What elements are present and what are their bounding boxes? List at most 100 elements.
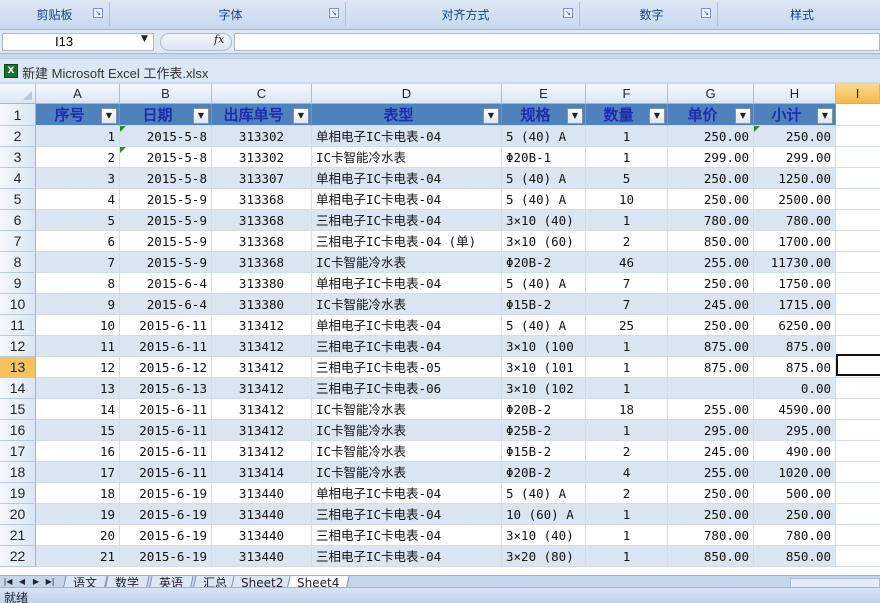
table-cell[interactable]: 21 — [36, 546, 120, 567]
table-cell[interactable]: Φ20B-2 — [502, 252, 586, 273]
row-header-3[interactable]: 3 — [0, 147, 36, 168]
table-cell[interactable]: 875.00 — [754, 336, 836, 357]
table-cell[interactable]: 16 — [36, 441, 120, 462]
empty-cell[interactable] — [836, 147, 880, 168]
table-cell[interactable]: 三相电子IC卡电表-05 — [312, 357, 502, 378]
table-cell[interactable]: 1250.00 — [754, 168, 836, 189]
table-cell[interactable]: 1 — [586, 378, 668, 399]
table-cell[interactable]: 295.00 — [754, 420, 836, 441]
table-cell[interactable]: Φ15B-2 — [502, 441, 586, 462]
table-cell[interactable]: 10 — [586, 189, 668, 210]
table-cell[interactable]: 299.00 — [754, 147, 836, 168]
filter-dropdown-icon[interactable]: ▼ — [293, 108, 309, 124]
table-cell[interactable]: 255.00 — [668, 399, 754, 420]
table-cell[interactable]: 780.00 — [668, 525, 754, 546]
table-cell[interactable]: 8 — [36, 273, 120, 294]
row-header-20[interactable]: 20 — [0, 504, 36, 525]
table-cell[interactable]: 4 — [36, 189, 120, 210]
column-header-b[interactable]: B — [120, 84, 212, 104]
table-cell[interactable]: 6250.00 — [754, 315, 836, 336]
table-cell[interactable]: 5 — [36, 210, 120, 231]
table-cell[interactable]: 500.00 — [754, 483, 836, 504]
dialog-launcher-icon[interactable]: ↘ — [329, 8, 339, 18]
table-cell[interactable]: Φ15B-2 — [502, 294, 586, 315]
table-cell[interactable]: 11 — [36, 336, 120, 357]
table-cell[interactable]: IC卡智能冷水表 — [312, 399, 502, 420]
table-cell[interactable]: 3×10 (40) — [502, 525, 586, 546]
table-cell[interactable]: IC卡智能冷水表 — [312, 252, 502, 273]
table-cell[interactable]: 46 — [586, 252, 668, 273]
table-cell[interactable]: 250.00 — [668, 189, 754, 210]
empty-cell[interactable] — [836, 189, 880, 210]
table-cell[interactable]: 313412 — [212, 315, 312, 336]
table-cell[interactable]: 1 — [586, 525, 668, 546]
empty-cell[interactable] — [836, 525, 880, 546]
table-cell[interactable]: 875.00 — [754, 357, 836, 378]
table-cell[interactable]: 313368 — [212, 189, 312, 210]
table-cell[interactable]: 4590.00 — [754, 399, 836, 420]
table-cell[interactable]: 250.00 — [668, 126, 754, 147]
table-cell[interactable]: 1 — [586, 357, 668, 378]
table-cell[interactable]: 245.00 — [668, 441, 754, 462]
table-cell[interactable]: 313307 — [212, 168, 312, 189]
table-cell[interactable]: 3×10 (40) — [502, 210, 586, 231]
table-cell[interactable]: 313412 — [212, 378, 312, 399]
table-cell[interactable]: 2 — [586, 441, 668, 462]
table-cell[interactable]: 1 — [586, 336, 668, 357]
empty-cell[interactable] — [836, 462, 880, 483]
table-cell[interactable]: 三相电子IC卡电表-04 — [312, 336, 502, 357]
filter-dropdown-icon[interactable]: ▼ — [735, 108, 751, 124]
table-cell[interactable]: 313412 — [212, 336, 312, 357]
table-cell[interactable]: 875.00 — [668, 336, 754, 357]
table-cell[interactable]: 单相电子IC卡电表-04 — [312, 189, 502, 210]
prev-sheet-icon[interactable]: ◀ — [16, 577, 28, 587]
table-cell[interactable]: 11730.00 — [754, 252, 836, 273]
table-cell[interactable]: 三相电子IC卡电表-04 — [312, 525, 502, 546]
table-cell[interactable]: IC卡智能冷水表 — [312, 147, 502, 168]
table-cell[interactable]: 875.00 — [668, 357, 754, 378]
first-sheet-icon[interactable]: |◀ — [2, 577, 14, 587]
select-all-corner[interactable] — [0, 84, 36, 104]
table-cell[interactable]: 2 — [36, 147, 120, 168]
row-header-22[interactable]: 22 — [0, 546, 36, 567]
table-cell[interactable]: IC卡智能冷水表 — [312, 420, 502, 441]
table-cell[interactable]: 1 — [586, 546, 668, 567]
spreadsheet-grid[interactable]: ABCDEFGHI 1 2 3 4 5 6 7 8 9 10 11 12 13 14 15 16 17 18 19 2… — [0, 84, 880, 575]
table-cell[interactable]: 313380 — [212, 273, 312, 294]
table-cell[interactable]: 313302 — [212, 126, 312, 147]
empty-cell[interactable] — [836, 315, 880, 336]
table-cell[interactable]: 2015-6-11 — [120, 399, 212, 420]
column-header-a[interactable]: A — [36, 84, 120, 104]
table-cell[interactable]: 2015-6-11 — [120, 462, 212, 483]
table-cell[interactable]: IC卡智能冷水表 — [312, 294, 502, 315]
sheet-tab[interactable]: 英语 — [148, 576, 194, 587]
table-cell[interactable]: IC卡智能冷水表 — [312, 462, 502, 483]
table-cell[interactable]: 255.00 — [668, 462, 754, 483]
table-cell[interactable]: 单相电子IC卡电表-04 — [312, 315, 502, 336]
last-sheet-icon[interactable]: ▶| — [44, 577, 56, 587]
table-cell[interactable]: 3 — [36, 168, 120, 189]
table-cell[interactable]: 250.00 — [668, 168, 754, 189]
table-cell[interactable]: 7 — [586, 273, 668, 294]
filter-dropdown-icon[interactable]: ▼ — [817, 108, 833, 124]
table-cell[interactable]: 三相电子IC卡电表-04 — [312, 504, 502, 525]
filter-dropdown-icon[interactable]: ▼ — [101, 108, 117, 124]
table-cell[interactable]: 850.00 — [754, 546, 836, 567]
table-cell[interactable]: 850.00 — [668, 231, 754, 252]
row-header-11[interactable]: 11 — [0, 315, 36, 336]
table-cell[interactable]: 313440 — [212, 546, 312, 567]
table-cell[interactable]: 20 — [36, 525, 120, 546]
row-header-4[interactable]: 4 — [0, 168, 36, 189]
row-header-15[interactable]: 15 — [0, 399, 36, 420]
table-cell[interactable]: 12 — [36, 357, 120, 378]
empty-cell[interactable] — [836, 546, 880, 567]
table-cell[interactable]: 1700.00 — [754, 231, 836, 252]
sheet-tab[interactable]: 数学 — [104, 576, 150, 587]
table-cell[interactable]: 2015-5-8 — [120, 147, 212, 168]
row-header-21[interactable]: 21 — [0, 525, 36, 546]
empty-cell[interactable] — [836, 210, 880, 231]
dialog-launcher-icon[interactable]: ↘ — [563, 8, 573, 18]
table-cell[interactable]: 2 — [586, 231, 668, 252]
table-cell[interactable]: 三相电子IC卡电表-04 (单) — [312, 231, 502, 252]
empty-cell[interactable] — [836, 399, 880, 420]
